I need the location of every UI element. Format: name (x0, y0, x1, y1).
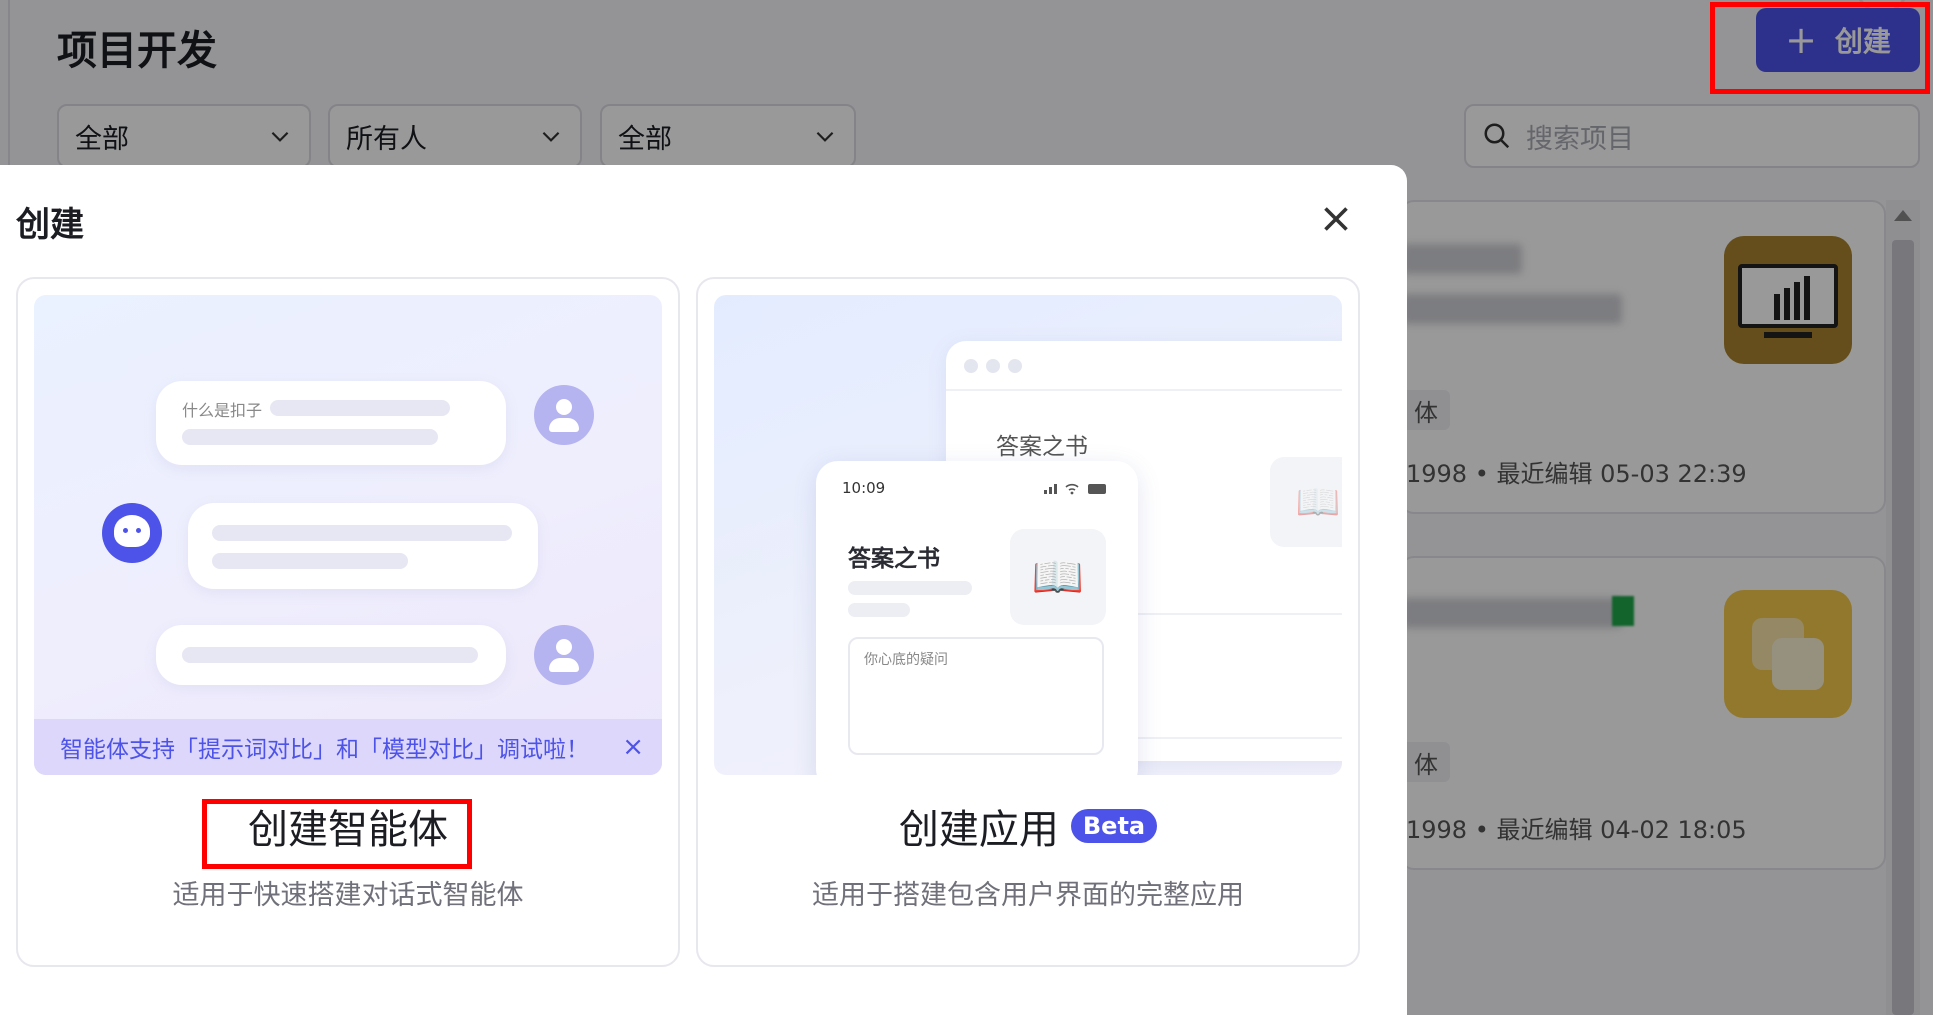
highlight-box-create-button (1710, 2, 1930, 94)
create-app-title-text: 创建应用 (898, 807, 1059, 853)
user-avatar-icon (534, 385, 594, 445)
create-app-title: 创建应用 Beta (698, 797, 1358, 855)
chat-bubble: 什么是扣子 (156, 381, 506, 465)
phone-mockup: 10:09 答案之书 📖 你心底的疑问 (816, 461, 1138, 775)
user-avatar-icon (534, 625, 594, 685)
bot-avatar-icon (102, 503, 162, 563)
create-app-card[interactable]: 答案之书 📖 10:09 答案之书 📖 你心底的疑问 创建应用 Beta 适用于… (696, 277, 1360, 967)
chat-bubble (156, 625, 506, 685)
preview-question: 什么是扣子 (182, 401, 263, 420)
phone-app-name: 答案之书 (848, 546, 940, 572)
modal-title: 创建 (16, 205, 84, 245)
chat-bubble (188, 503, 538, 589)
book-icon: 📖 (1010, 529, 1106, 625)
highlight-box-create-agent (202, 799, 472, 869)
close-icon[interactable] (1318, 201, 1354, 237)
phone-status-icons (1044, 483, 1106, 495)
question-input-mockup: 你心底的疑问 (848, 637, 1104, 755)
book-icon: 📖 (1270, 457, 1342, 547)
feature-banner-text: 智能体支持「提示词对比」和「模型对比」调试啦！ (60, 737, 589, 763)
question-placeholder: 你心底的疑问 (864, 652, 948, 668)
browser-app-name: 答案之书 (996, 434, 1088, 460)
create-app-description: 适用于搭建包含用户界面的完整应用 (812, 880, 1244, 911)
banner-close-icon[interactable]: × (622, 732, 644, 762)
create-agent-description: 适用于快速搭建对话式智能体 (172, 880, 524, 911)
feature-banner: 智能体支持「提示词对比」和「模型对比」调试啦！ × (34, 719, 662, 775)
app-preview-image: 答案之书 📖 10:09 答案之书 📖 你心底的疑问 (714, 295, 1342, 775)
create-modal: 创建 什么是扣子 智能体支持「提示词对比」和「模型对比」调试啦！ × 创建智能体… (0, 165, 1407, 1015)
agent-preview-image: 什么是扣子 智能体支持「提示词对比」和「模型对比」调试啦！ × (34, 295, 662, 775)
phone-time: 10:09 (842, 479, 886, 497)
beta-badge: Beta (1070, 809, 1158, 843)
